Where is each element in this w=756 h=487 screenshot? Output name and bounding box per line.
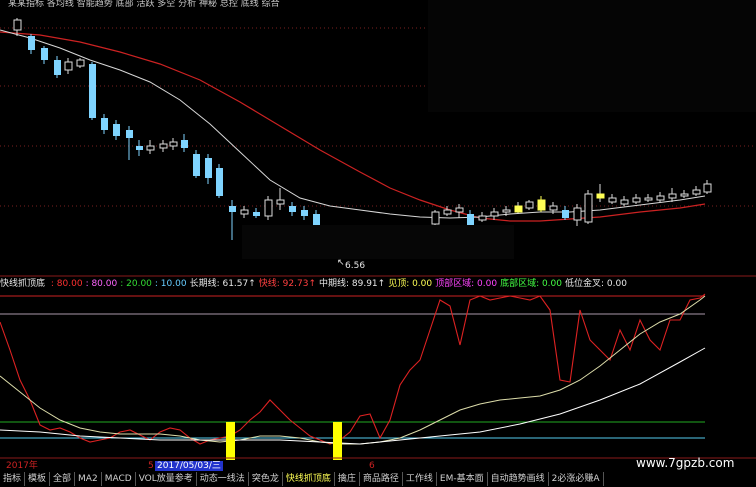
indicator-value: 见顶: 0.00: [388, 279, 433, 289]
selected-date: 2017/05/03/三: [155, 461, 223, 471]
indicator-value: 长期线: 61.57↑: [189, 279, 256, 289]
low-price-label: 6.56: [345, 261, 366, 271]
candle-up: [656, 195, 665, 201]
tab-item[interactable]: 自动趋势画线: [488, 472, 549, 486]
candle-down: [216, 168, 223, 196]
candle-down: [289, 206, 296, 212]
tab-item[interactable]: 2必涨必赚A: [549, 472, 604, 486]
candle-up: [264, 199, 273, 217]
empty-dark-panel: [428, 0, 756, 112]
indicator-value: 中期线: 89.91↑: [318, 279, 386, 289]
candle-down: [562, 210, 569, 218]
candle-up: [620, 199, 629, 205]
candle-up: [240, 209, 249, 215]
candle-down: [89, 64, 96, 118]
month-label: 5: [148, 461, 154, 471]
month-label: 6: [369, 461, 375, 471]
candle-up: [596, 193, 605, 199]
candle-down: [205, 158, 212, 178]
tab-item[interactable]: 擒庄: [335, 472, 360, 486]
watermark: www.7gpzb.com: [636, 456, 735, 470]
candle-down: [136, 146, 143, 150]
tab-item[interactable]: 模板: [25, 472, 51, 486]
candle-up: [549, 205, 558, 211]
candle-up: [146, 145, 155, 151]
candle-down: [113, 124, 120, 136]
candle-up: [584, 193, 593, 223]
candle-up: [502, 209, 511, 213]
year-label: 2017年: [6, 461, 38, 471]
tab-item[interactable]: VOL放量参考: [136, 472, 197, 486]
tab-item[interactable]: 全部: [50, 472, 76, 486]
candle-up: [680, 193, 689, 197]
candle-down: [193, 154, 200, 176]
candle-up: [573, 207, 582, 221]
indicator-value: : 80.00: [85, 279, 118, 289]
long-line: [0, 347, 706, 445]
indicator-tabs: 指标 模板 全部 MA2 MACD VOL放量参考 动态一线法 突色龙 快线抓顶底 擒庄 商品路径工…: [0, 472, 604, 486]
candle-down: [126, 130, 133, 138]
candle-up: [159, 143, 168, 149]
indicator-header: 快线抓顶底 : 80.00: 80.00: 20.00: 10.00 长期线: 6…: [0, 278, 756, 290]
low-arrow-icon: ↖: [337, 258, 345, 268]
tab-item[interactable]: EM-基本面: [437, 472, 488, 486]
candle-up: [490, 211, 499, 217]
candle-down: [101, 118, 108, 130]
indicator-value: : 80.00: [50, 279, 83, 289]
bottom-signal-bar: [226, 422, 235, 460]
candle-up: [668, 193, 677, 199]
indicator-value: 顶部区域: 0.00: [435, 279, 498, 289]
masked-area: [242, 225, 514, 259]
candle-up: [537, 199, 546, 211]
candle-up: [478, 215, 487, 221]
candle-up: [525, 201, 534, 209]
candle-down: [41, 48, 48, 60]
indicator-value: 低位金叉: 0.00: [565, 279, 627, 289]
candle-down: [181, 140, 188, 148]
candle-up: [443, 209, 452, 215]
candle-down: [229, 206, 236, 212]
candle-up: [644, 197, 653, 201]
candle-up: [514, 205, 523, 213]
indicator-name: 快线抓顶底: [0, 279, 46, 289]
candle-up: [608, 197, 617, 203]
candle-up: [455, 207, 464, 213]
price-legend: 某某指标 各均线 智能趋势 底部 活跃 多空 分析 神秘 总控 底线 综合: [8, 0, 280, 9]
indicator-value: : 10.00: [154, 279, 187, 289]
indicator-values: : 80.00: 80.00: 20.00: 10.00 长期线: 61.57↑ 快…: [51, 279, 630, 289]
candle-up: [13, 19, 22, 31]
candle-up: [169, 141, 178, 147]
candle-down: [301, 210, 308, 216]
candle-up: [431, 211, 440, 225]
indicator-value: 快线: 92.73↑: [258, 279, 316, 289]
candle-up: [632, 197, 641, 203]
tab-item[interactable]: 快线抓顶底: [283, 472, 335, 486]
candle-up: [276, 199, 285, 205]
tab-item[interactable]: 指标: [0, 472, 26, 486]
candle-up: [76, 59, 85, 67]
tab-item[interactable]: 工作线: [403, 472, 437, 486]
candle-down: [28, 36, 35, 50]
candle-up: [64, 61, 73, 71]
tab-item[interactable]: 动态一线法: [197, 472, 249, 486]
tab-item[interactable]: 商品路径: [360, 472, 403, 486]
candle-up: [692, 189, 701, 195]
bottom-signal-bar: [333, 422, 342, 460]
indicator-value: : 20.00: [120, 279, 152, 289]
tab-item[interactable]: 突色龙: [249, 472, 283, 486]
tab-item[interactable]: MA2: [75, 472, 102, 486]
candle-up: [703, 183, 712, 193]
candle-down: [54, 60, 61, 75]
indicator-value: 底部区域: 0.00: [500, 279, 562, 289]
tab-item[interactable]: MACD: [102, 472, 136, 486]
candle-down: [253, 212, 260, 216]
